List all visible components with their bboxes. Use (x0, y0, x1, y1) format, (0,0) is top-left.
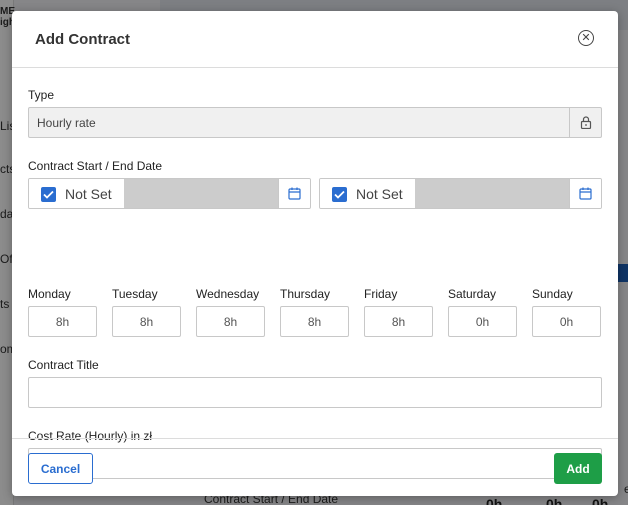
day-label-wednesday: Wednesday (196, 287, 260, 301)
modal-title: Add Contract (35, 31, 130, 48)
start-date-field[interactable]: Not Set (28, 178, 311, 209)
add-contract-modal: Add Contract ✕ Type Hourly rate Contract… (12, 11, 618, 496)
day-input-tuesday[interactable]: 8h (112, 306, 181, 337)
calendar-icon[interactable] (569, 179, 601, 208)
add-button[interactable]: Add (554, 453, 602, 484)
day-input-monday[interactable]: 8h (28, 306, 97, 337)
cancel-button[interactable]: Cancel (28, 453, 93, 484)
start-date-not-set-checkbox[interactable] (41, 187, 56, 202)
end-date-field[interactable]: Not Set (319, 178, 602, 209)
day-label-friday: Friday (364, 287, 398, 301)
type-field: Hourly rate (28, 107, 602, 138)
modal-header: Add Contract ✕ (12, 11, 618, 68)
modal-body: Type Hourly rate Contract Start / End Da… (12, 68, 618, 479)
contract-title-label: Contract Title (28, 358, 99, 372)
day-label-tuesday: Tuesday (112, 287, 158, 301)
day-label-thursday: Thursday (280, 287, 331, 301)
calendar-icon[interactable] (278, 179, 310, 208)
day-label-saturday: Saturday (448, 287, 497, 301)
day-label-monday: Monday (28, 287, 71, 301)
start-date-not-set-label: Not Set (65, 186, 112, 202)
contract-title-input[interactable] (28, 377, 602, 408)
dates-label: Contract Start / End Date (28, 159, 163, 173)
end-date-not-set-checkbox[interactable] (332, 187, 347, 202)
day-input-thursday[interactable]: 8h (280, 306, 349, 337)
start-date-checkbox-area: Not Set (29, 179, 124, 208)
day-input-saturday[interactable]: 0h (448, 306, 517, 337)
end-date-input-disabled (415, 179, 569, 208)
start-date-input-disabled (124, 179, 278, 208)
type-label: Type (28, 88, 55, 102)
end-date-checkbox-area: Not Set (320, 179, 415, 208)
close-icon[interactable]: ✕ (578, 30, 594, 46)
day-input-wednesday[interactable]: 8h (196, 306, 265, 337)
day-input-sunday[interactable]: 0h (532, 306, 601, 337)
end-date-not-set-label: Not Set (356, 186, 403, 202)
modal-footer: Cancel Add (12, 438, 618, 496)
day-input-friday[interactable]: 8h (364, 306, 433, 337)
lock-icon (569, 108, 601, 137)
type-value: Hourly rate (37, 116, 96, 130)
day-label-sunday: Sunday (532, 287, 573, 301)
